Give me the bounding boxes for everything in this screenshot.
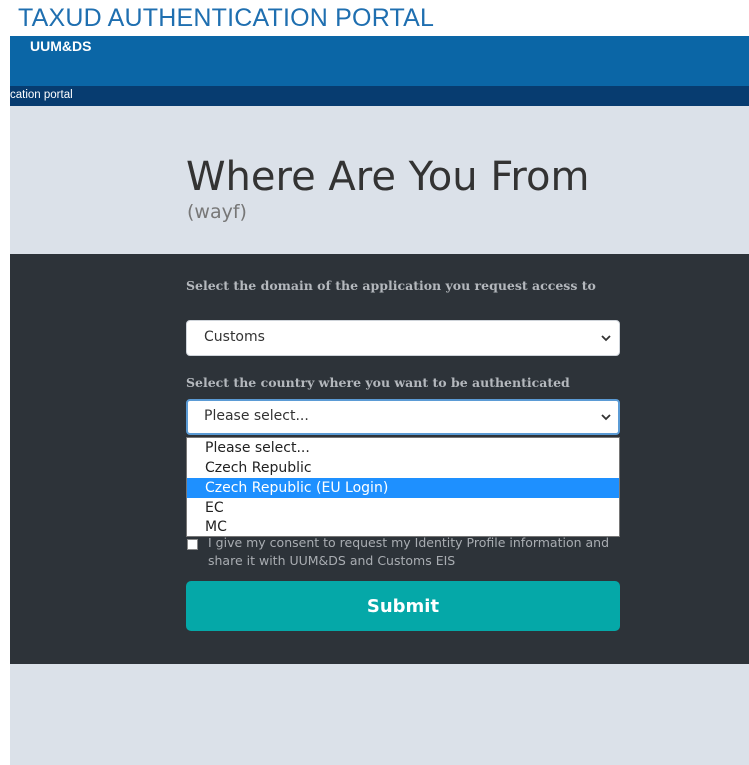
app-name: UUM&DS bbox=[30, 38, 92, 54]
app-bar: UUM&DS bbox=[10, 36, 749, 86]
country-select[interactable]: Please select... bbox=[186, 399, 620, 435]
dropdown-option-mc[interactable]: MC bbox=[187, 517, 619, 537]
chevron-down-icon bbox=[601, 414, 611, 421]
country-select-label: Select the country where you want to be … bbox=[186, 375, 570, 390]
portal-title: TAXUD AUTHENTICATION PORTAL bbox=[18, 4, 435, 32]
domain-select-value: Customs bbox=[204, 329, 265, 345]
country-select-value: Please select... bbox=[204, 408, 309, 424]
page-title: Where Are You From bbox=[186, 154, 590, 200]
domain-select[interactable]: Customs bbox=[186, 320, 620, 356]
submit-button[interactable]: Submit bbox=[186, 581, 620, 631]
domain-select-label: Select the domain of the application you… bbox=[186, 278, 596, 293]
breadcrumb: cation portal bbox=[10, 86, 749, 106]
breadcrumb-text: cation portal bbox=[10, 89, 73, 101]
consent-checkbox[interactable] bbox=[187, 539, 198, 550]
dropdown-option-czech-republic-eu-login[interactable]: Czech Republic (EU Login) bbox=[187, 478, 619, 498]
dropdown-option-please-select[interactable]: Please select... bbox=[187, 438, 619, 458]
dropdown-option-ec[interactable]: EC bbox=[187, 498, 619, 518]
chevron-down-icon bbox=[601, 335, 611, 342]
dropdown-option-czech-republic[interactable]: Czech Republic bbox=[187, 458, 619, 478]
consent-text: I give my consent to request my Identity… bbox=[208, 535, 610, 568]
page-subtitle: (wayf) bbox=[187, 201, 247, 223]
country-dropdown-list: Please select... Czech Republic Czech Re… bbox=[186, 437, 620, 537]
